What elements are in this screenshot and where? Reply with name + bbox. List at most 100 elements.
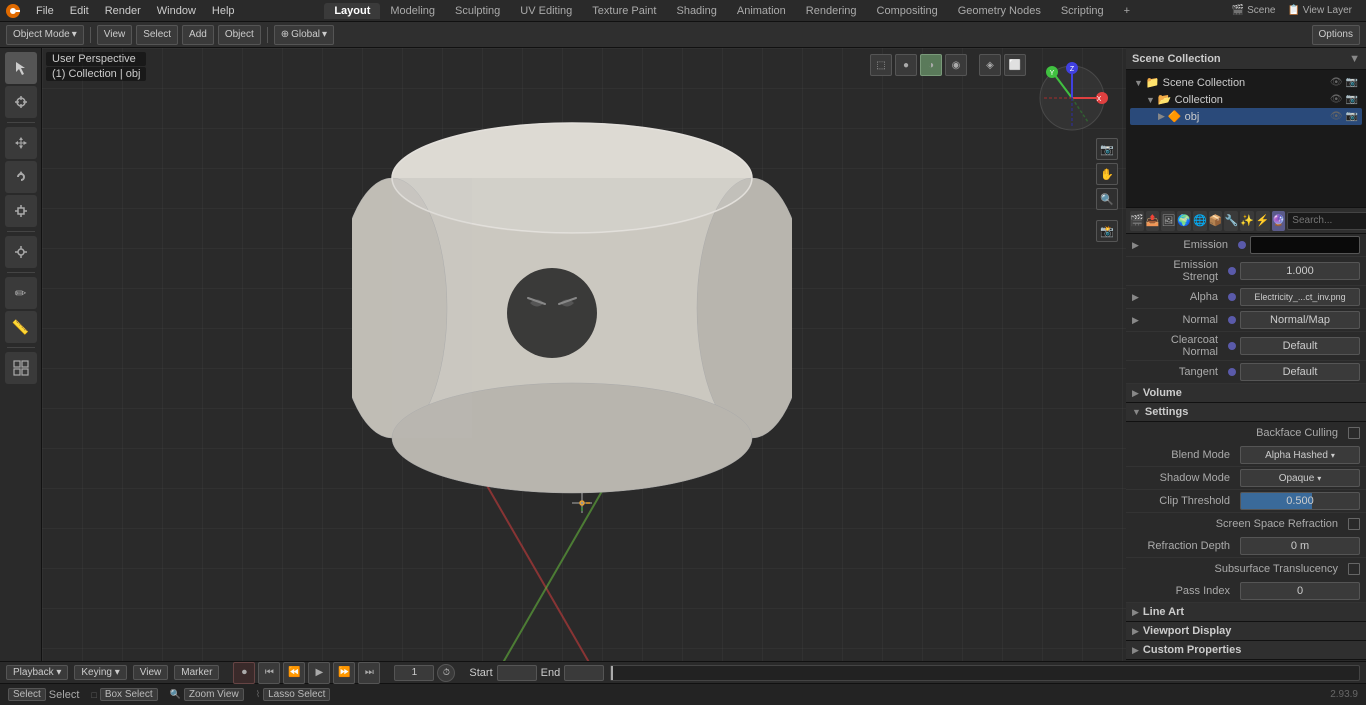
menu-help[interactable]: Help [204, 3, 243, 19]
viewport-shading-solid[interactable]: ● [895, 54, 917, 76]
tab-rendering[interactable]: Rendering [796, 3, 867, 19]
tab-texture-paint[interactable]: Texture Paint [582, 3, 666, 19]
menu-window[interactable]: Window [149, 3, 204, 19]
overlay-toggle[interactable]: ◈ [979, 54, 1001, 76]
add-object-tool[interactable] [5, 352, 37, 384]
pass-index-value[interactable]: 0 [1240, 582, 1360, 600]
props-tab-output[interactable]: 📤 [1146, 211, 1160, 231]
render-toggle-2[interactable]: 📷 [1346, 94, 1358, 105]
playback-btn[interactable]: Playback ▾ [6, 665, 68, 680]
props-tab-object[interactable]: 📦 [1209, 211, 1223, 231]
measure-tool[interactable]: 📏 [5, 311, 37, 343]
expand-arrow-alpha[interactable]: ▶ [1132, 292, 1139, 303]
tangent-dot[interactable] [1228, 368, 1236, 376]
tab-uv-editing[interactable]: UV Editing [510, 3, 582, 19]
tab-shading[interactable]: Shading [666, 3, 726, 19]
render-toggle[interactable]: 📷 [1346, 77, 1358, 88]
props-search[interactable] [1287, 212, 1366, 230]
viewport-gizmo[interactable]: X Y Z [1032, 58, 1112, 138]
emission-dot[interactable] [1238, 241, 1246, 249]
menu-render[interactable]: Render [97, 3, 149, 19]
select-tool[interactable] [5, 52, 37, 84]
emission-strength-dot[interactable] [1228, 267, 1236, 275]
tab-scripting[interactable]: Scripting [1051, 3, 1114, 19]
transform-btn[interactable]: ⊕ Global ▾ [274, 25, 334, 45]
outliner-item-scene-collection[interactable]: ▼ 📁 Scene Collection 👁 📷 [1130, 74, 1362, 91]
tangent-value[interactable]: Default [1240, 363, 1360, 381]
tab-compositing[interactable]: Compositing [867, 3, 948, 19]
clearcoat-normal-value[interactable]: Default [1240, 337, 1360, 355]
fps-display[interactable]: ⏱ [437, 664, 455, 682]
move-tool[interactable] [5, 127, 37, 159]
outliner-item-collection[interactable]: ▼ 📂 Collection 👁 📷 [1130, 91, 1362, 108]
view-layer-selector[interactable]: 📋 View Layer [1283, 4, 1356, 17]
render-toggle-3[interactable]: 📷 [1346, 111, 1358, 122]
volume-section[interactable]: ▶ Volume [1126, 384, 1366, 403]
scale-tool[interactable] [5, 195, 37, 227]
emission-color-value[interactable] [1250, 236, 1360, 254]
tab-animation[interactable]: Animation [727, 3, 796, 19]
view-btn-timeline[interactable]: View [133, 665, 169, 680]
visibility-toggle-3[interactable]: 👁 [1330, 111, 1343, 122]
object-btn[interactable]: Object [218, 25, 261, 45]
add-btn[interactable]: Add [182, 25, 214, 45]
zoom-btn[interactable]: 🔍 [1096, 188, 1118, 210]
viewport[interactable]: User Perspective (1) Collection | obj ⬚ … [42, 48, 1126, 661]
next-frame-btn[interactable]: ⏩ [333, 662, 355, 684]
xray-toggle[interactable]: ⬜ [1004, 54, 1026, 76]
visibility-toggle-2[interactable]: 👁 [1330, 94, 1343, 105]
shadow-mode-value[interactable]: Opaque ▾ [1240, 469, 1360, 487]
viewport-shading-rendered[interactable]: ◉ [945, 54, 967, 76]
tab-modeling[interactable]: Modeling [380, 3, 445, 19]
expand-arrow-emission[interactable]: ▶ [1132, 240, 1139, 251]
view-btn[interactable]: View [97, 25, 133, 45]
tab-add[interactable]: + [1114, 3, 1140, 19]
menu-edit[interactable]: Edit [62, 3, 97, 19]
marker-btn[interactable]: Marker [174, 665, 219, 680]
alpha-dot[interactable] [1228, 293, 1236, 301]
normal-dot[interactable] [1228, 316, 1236, 324]
camera-btn[interactable]: 📷 [1096, 138, 1118, 160]
viewport-display-section[interactable]: ▶ Viewport Display [1126, 622, 1366, 641]
timeline-track[interactable] [610, 665, 1360, 681]
normal-value[interactable]: Normal/Map [1240, 311, 1360, 329]
sst-checkbox[interactable] [1348, 563, 1360, 575]
refraction-depth-value[interactable]: 0 m [1240, 537, 1360, 555]
transform-tool[interactable] [5, 236, 37, 268]
expand-arrow-normal[interactable]: ▶ [1132, 315, 1139, 326]
props-tab-view-layer[interactable]: 🖼 [1161, 211, 1175, 231]
props-tab-particles[interactable]: ✨ [1240, 211, 1254, 231]
clearcoat-normal-dot[interactable] [1228, 342, 1236, 350]
props-tab-material[interactable]: 🔮 [1272, 211, 1286, 231]
outliner-item-obj[interactable]: ▶ 🔶 obj 👁 📷 [1130, 108, 1362, 125]
cursor-tool[interactable] [5, 86, 37, 118]
tab-layout[interactable]: Layout [324, 3, 380, 19]
menu-file[interactable]: File [28, 3, 62, 19]
start-frame-input[interactable]: 1 [497, 665, 537, 681]
outliner-filter-icon[interactable]: ▼ [1349, 53, 1360, 65]
options-btn[interactable]: Options [1312, 25, 1360, 45]
object-mode-btn[interactable]: Object Mode ▾ [6, 25, 84, 45]
camera-view-btn[interactable]: 📸 [1096, 220, 1118, 242]
annotate-tool[interactable]: ✏ [5, 277, 37, 309]
settings-section[interactable]: ▼ Settings [1126, 403, 1366, 422]
props-tab-scene[interactable]: 🌍 [1177, 211, 1191, 231]
play-btn[interactable]: ▶ [308, 662, 330, 684]
jump-start-btn[interactable]: ⏮ [258, 662, 280, 684]
jump-end-btn[interactable]: ⏭ [358, 662, 380, 684]
scene-selector[interactable]: 🎬 Scene [1228, 4, 1280, 17]
visibility-toggle[interactable]: 👁 [1330, 77, 1343, 88]
alpha-value[interactable]: Electricity_...ct_inv.png [1240, 288, 1360, 306]
props-tab-world[interactable]: 🌐 [1193, 211, 1207, 231]
tab-geometry-nodes[interactable]: Geometry Nodes [948, 3, 1051, 19]
record-btn[interactable]: ⏺ [233, 662, 255, 684]
viewport-shading-wire[interactable]: ⬚ [870, 54, 892, 76]
custom-properties-section[interactable]: ▶ Custom Properties [1126, 641, 1366, 660]
blend-mode-value[interactable]: Alpha Hashed ▾ [1240, 446, 1360, 464]
props-tab-modifier[interactable]: 🔧 [1224, 211, 1238, 231]
hand-btn[interactable]: ✋ [1096, 163, 1118, 185]
props-tab-physics[interactable]: ⚡ [1256, 211, 1270, 231]
ssr-checkbox[interactable] [1348, 518, 1360, 530]
backface-culling-checkbox[interactable] [1348, 427, 1360, 439]
viewport-shading-material[interactable]: ◑ [920, 54, 942, 76]
